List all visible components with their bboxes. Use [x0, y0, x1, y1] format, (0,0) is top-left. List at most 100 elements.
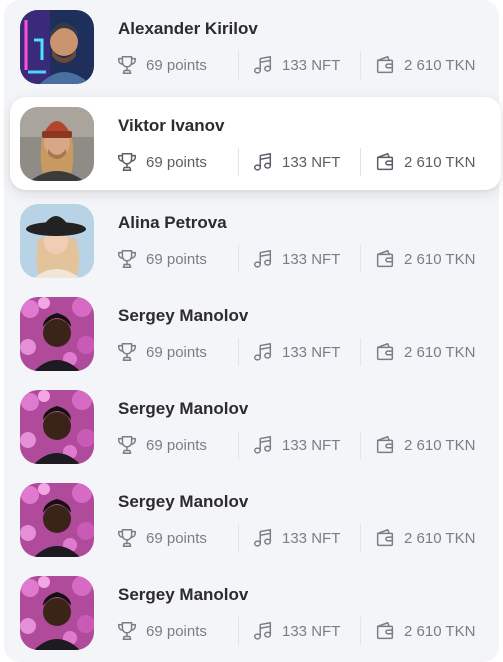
music-note-icon [252, 54, 274, 76]
divider [238, 148, 239, 176]
nft-stat: 133 NFT [252, 340, 340, 364]
wallet-icon [374, 248, 396, 270]
avatar-image [20, 297, 94, 371]
trophy-icon [116, 151, 138, 173]
nft-value: 133 NFT [282, 529, 341, 547]
music-note-icon [252, 434, 274, 456]
nft-stat: 133 NFT [252, 150, 340, 174]
tokens-stat: 2 610 TKN [374, 619, 475, 643]
avatar-image [20, 204, 94, 278]
nft-value: 133 NFT [282, 343, 341, 361]
tokens-value: 2 610 TKN [404, 343, 476, 361]
user-name: Alexander Kirilov [118, 19, 258, 38]
music-note-icon [252, 620, 274, 642]
points-stat: 69 points [116, 433, 207, 457]
avatar[interactable] [20, 204, 94, 278]
wallet-icon [374, 620, 396, 642]
divider [360, 431, 361, 459]
tokens-value: 2 610 TKN [404, 250, 476, 268]
tokens-value: 2 610 TKN [404, 153, 476, 171]
divider [238, 51, 239, 79]
nft-value: 133 NFT [282, 250, 341, 268]
divider [360, 148, 361, 176]
avatar[interactable] [20, 576, 94, 650]
points-stat: 69 points [116, 619, 207, 643]
user-row[interactable]: Alina Petrova 69 points 133 NFT 2 610 TK… [10, 194, 501, 287]
trophy-icon [116, 248, 138, 270]
user-name: Sergey Manolov [118, 399, 249, 418]
tokens-stat: 2 610 TKN [374, 247, 475, 271]
points-value: 69 points [146, 622, 207, 640]
points-stat: 69 points [116, 150, 207, 174]
points-value: 69 points [146, 56, 207, 74]
points-value: 69 points [146, 343, 207, 361]
tokens-stat: 2 610 TKN [374, 53, 475, 77]
wallet-icon [374, 434, 396, 456]
user-row[interactable]: Sergey Manolov 69 points 133 NFT 2 610 T… [10, 380, 501, 473]
wallet-icon [374, 527, 396, 549]
points-stat: 69 points [116, 53, 207, 77]
trophy-icon [116, 341, 138, 363]
points-value: 69 points [146, 436, 207, 454]
divider [238, 338, 239, 366]
tokens-value: 2 610 TKN [404, 622, 476, 640]
divider [238, 617, 239, 645]
tokens-value: 2 610 TKN [404, 529, 476, 547]
divider [238, 245, 239, 273]
user-row-selected[interactable]: Viktor Ivanov 69 points 133 NFT 2 610 TK… [10, 97, 501, 190]
nft-value: 133 NFT [282, 436, 341, 454]
music-note-icon [252, 341, 274, 363]
trophy-icon [116, 54, 138, 76]
avatar-image [20, 483, 94, 557]
user-row[interactable]: Sergey Manolov 69 points 133 NFT 2 610 T… [10, 287, 501, 380]
user-name: Sergey Manolov [118, 492, 249, 511]
avatar[interactable] [20, 483, 94, 557]
nft-stat: 133 NFT [252, 526, 340, 550]
tokens-stat: 2 610 TKN [374, 526, 475, 550]
divider [238, 431, 239, 459]
divider [360, 338, 361, 366]
user-name: Sergey Manolov [118, 585, 249, 604]
wallet-icon [374, 151, 396, 173]
points-value: 69 points [146, 529, 207, 547]
points-stat: 69 points [116, 526, 207, 550]
tokens-value: 2 610 TKN [404, 436, 476, 454]
user-name: Alina Petrova [118, 213, 227, 232]
nft-value: 133 NFT [282, 153, 341, 171]
user-row[interactable]: Sergey Manolov 69 points 133 NFT 2 610 T… [10, 473, 501, 566]
divider [238, 524, 239, 552]
nft-stat: 133 NFT [252, 247, 340, 271]
nft-value: 133 NFT [282, 56, 341, 74]
wallet-icon [374, 54, 396, 76]
trophy-icon [116, 434, 138, 456]
trophy-icon [116, 620, 138, 642]
divider [360, 617, 361, 645]
user-row[interactable]: Alexander Kirilov 69 points 133 NFT 2 61… [10, 0, 501, 93]
music-note-icon [252, 151, 274, 173]
avatar-image [20, 10, 94, 84]
nft-stat: 133 NFT [252, 619, 340, 643]
divider [360, 524, 361, 552]
user-name: Sergey Manolov [118, 306, 249, 325]
avatar[interactable] [20, 107, 94, 181]
nft-stat: 133 NFT [252, 53, 340, 77]
tokens-stat: 2 610 TKN [374, 150, 475, 174]
avatar-image [20, 107, 94, 181]
avatar[interactable] [20, 297, 94, 371]
points-stat: 69 points [116, 340, 207, 364]
avatar-image [20, 576, 94, 650]
divider [360, 245, 361, 273]
trophy-icon [116, 527, 138, 549]
user-row[interactable]: Sergey Manolov 69 points 133 NFT 2 610 T… [10, 566, 501, 659]
points-stat: 69 points [116, 247, 207, 271]
divider [360, 51, 361, 79]
nft-stat: 133 NFT [252, 433, 340, 457]
user-name: Viktor Ivanov [118, 116, 225, 135]
avatar[interactable] [20, 10, 94, 84]
tokens-stat: 2 610 TKN [374, 433, 475, 457]
nft-value: 133 NFT [282, 622, 341, 640]
tokens-value: 2 610 TKN [404, 56, 476, 74]
tokens-stat: 2 610 TKN [374, 340, 475, 364]
points-value: 69 points [146, 250, 207, 268]
avatar[interactable] [20, 390, 94, 464]
